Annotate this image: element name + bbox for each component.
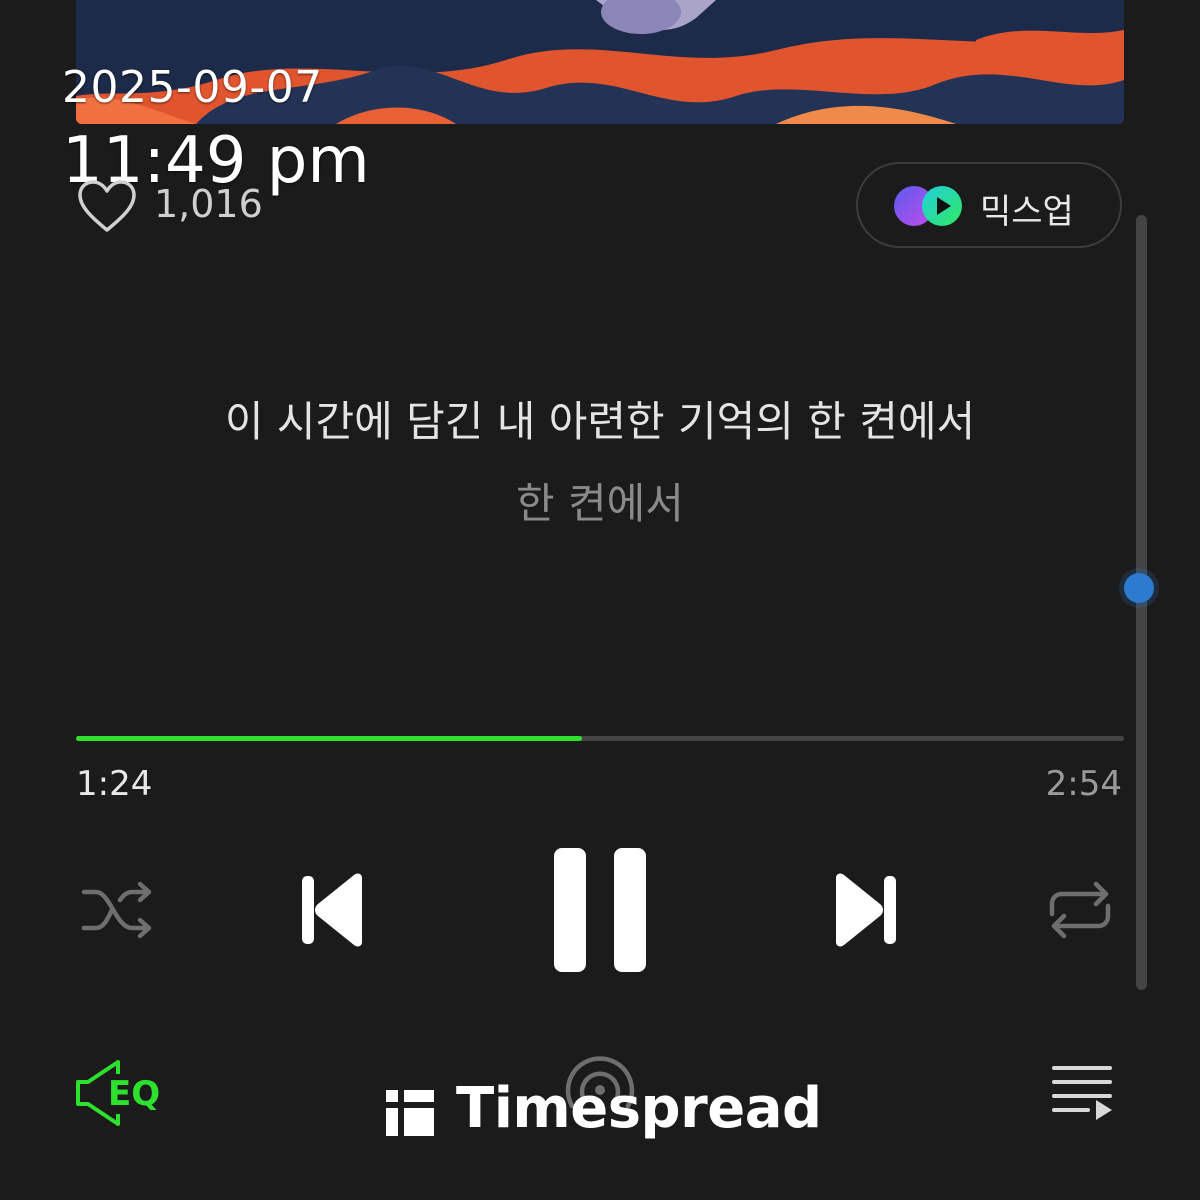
playlist-button[interactable] — [1050, 1062, 1116, 1126]
timespread-logo-icon — [386, 1090, 434, 1136]
current-lyric-line[interactable]: 이 시간에 담긴 내 아련한 기억의 한 켠에서 — [0, 388, 1200, 449]
lyrics-scroll-thumb[interactable] — [1124, 573, 1154, 603]
mixup-label: 믹스업 — [980, 192, 1074, 232]
repeat-icon — [1049, 881, 1111, 939]
shuffle-button[interactable] — [80, 878, 156, 942]
mixup-button[interactable]: 믹스업 — [856, 162, 1122, 248]
skip-previous-icon — [302, 873, 362, 947]
mixup-logo-icon — [894, 186, 962, 226]
repeat-button[interactable] — [1044, 876, 1116, 944]
watermark-text: Timespread — [456, 1076, 822, 1141]
elapsed-time: 1:24 — [76, 764, 153, 804]
eq-label: EQ — [106, 1074, 163, 1114]
pause-button[interactable] — [548, 842, 652, 978]
heart-icon[interactable] — [76, 178, 138, 234]
pause-icon — [554, 848, 646, 972]
progress-fill — [76, 736, 582, 741]
previous-button[interactable] — [296, 868, 368, 952]
date-stamp: 2025-09-07 — [62, 62, 323, 113]
total-time: 2:54 — [1045, 764, 1122, 804]
shuffle-icon — [81, 881, 152, 939]
next-button[interactable] — [830, 868, 902, 952]
next-lyric-line[interactable]: 한 켠에서 — [0, 470, 1200, 531]
eq-button[interactable]: EQ — [74, 1058, 168, 1128]
like-count: 1,016 — [154, 182, 263, 226]
playlist-icon — [1052, 1066, 1112, 1120]
skip-next-icon — [836, 873, 896, 947]
